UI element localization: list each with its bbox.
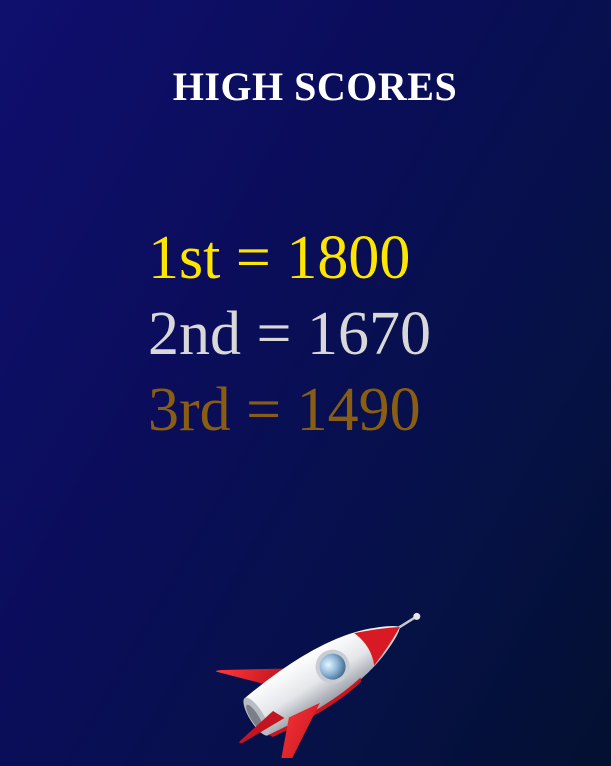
score-third-place: 3rd = 1490 (148, 376, 421, 444)
score-second-place: 2nd = 1670 (148, 300, 431, 368)
rocket-icon (216, 612, 421, 758)
page-title: HIGH SCORES (172, 64, 458, 109)
high-scores-screen: HIGH SCORES 1st = 1800 2nd = 1670 3rd = … (0, 0, 611, 766)
score-first-place: 1st = 1800 (148, 224, 411, 292)
score-list: 1st = 1800 2nd = 1670 3rd = 1490 (148, 220, 431, 448)
